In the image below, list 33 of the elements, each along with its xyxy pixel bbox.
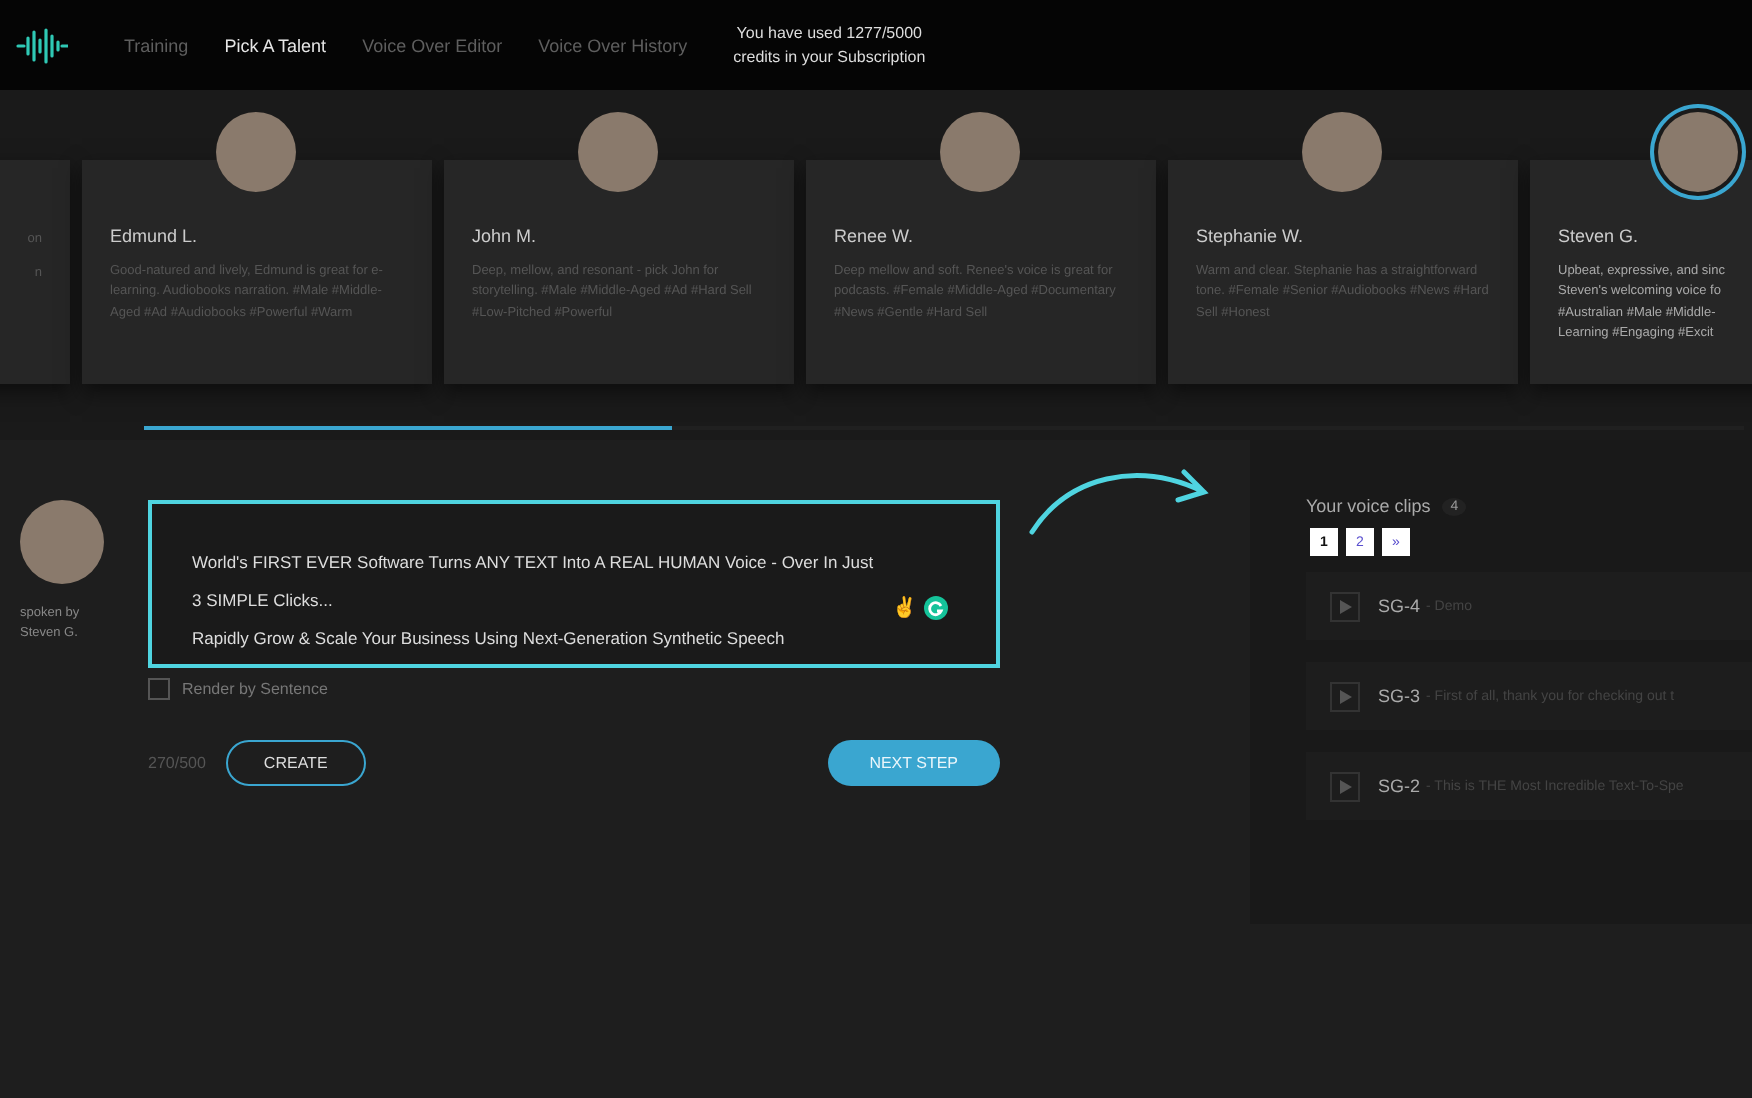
avatar-placeholder[interactable] [578, 112, 658, 192]
play-button[interactable] [1330, 591, 1360, 621]
avatar-placeholder[interactable] [216, 112, 296, 192]
clip-name: SG-3 [1378, 686, 1421, 706]
play-button[interactable] [1330, 771, 1360, 801]
talent-name: Renee W. [834, 224, 916, 246]
checkbox[interactable] [148, 678, 170, 700]
avatar-placeholder[interactable] [1302, 112, 1382, 192]
avatar-placeholder [20, 500, 104, 584]
talent-name: Steven G. [1558, 224, 1641, 246]
nav-tab[interactable]: Pick A Talent [224, 35, 327, 55]
credits-text: You have used 1277/5000 credits in your Subscription [731, 22, 928, 68]
emoji: ✌ [892, 596, 916, 620]
waveform-logo-icon[interactable] [16, 27, 68, 63]
play-button[interactable] [1330, 681, 1360, 711]
curved-arrow-icon [1028, 464, 1212, 536]
clip-name: SG-2 [1378, 776, 1421, 796]
editor-text: Rapidly Grow & Scale Your Business Using Next-Generation Synthetic Speech [192, 626, 787, 652]
talent-name: John M. [472, 224, 539, 246]
checkbox-label: Render by Sentence [182, 680, 328, 698]
panel-title: Your voice clips [1306, 496, 1431, 516]
play-icon [1339, 779, 1351, 793]
play-icon [1339, 689, 1351, 703]
talent-name: Edmund L. [110, 224, 200, 246]
create-button[interactable]: CREATE [225, 740, 366, 786]
talent-name: Stephanie W. [1196, 224, 1306, 246]
assistant-icon[interactable] [924, 596, 948, 620]
text-editor[interactable]: World's FIRST EVER Software Turns ANY TEXT Into A REAL HUMAN Voice - Over In Just 3 SIMPLE Clicks... Rapidly Grow & Scale Your Business Using Next-Generation Synthetic Speech ✌ [148, 500, 1000, 668]
avatar-placeholder[interactable] [1658, 112, 1738, 192]
editor-text: World's FIRST EVER Software Turns ANY TEXT Into A REAL HUMAN Voice - Over In Just 3 SIMPLE Clicks... [192, 550, 876, 614]
avatar-placeholder[interactable] [940, 112, 1020, 192]
play-icon [1339, 599, 1351, 613]
clip-name: SG-4 [1378, 596, 1421, 616]
